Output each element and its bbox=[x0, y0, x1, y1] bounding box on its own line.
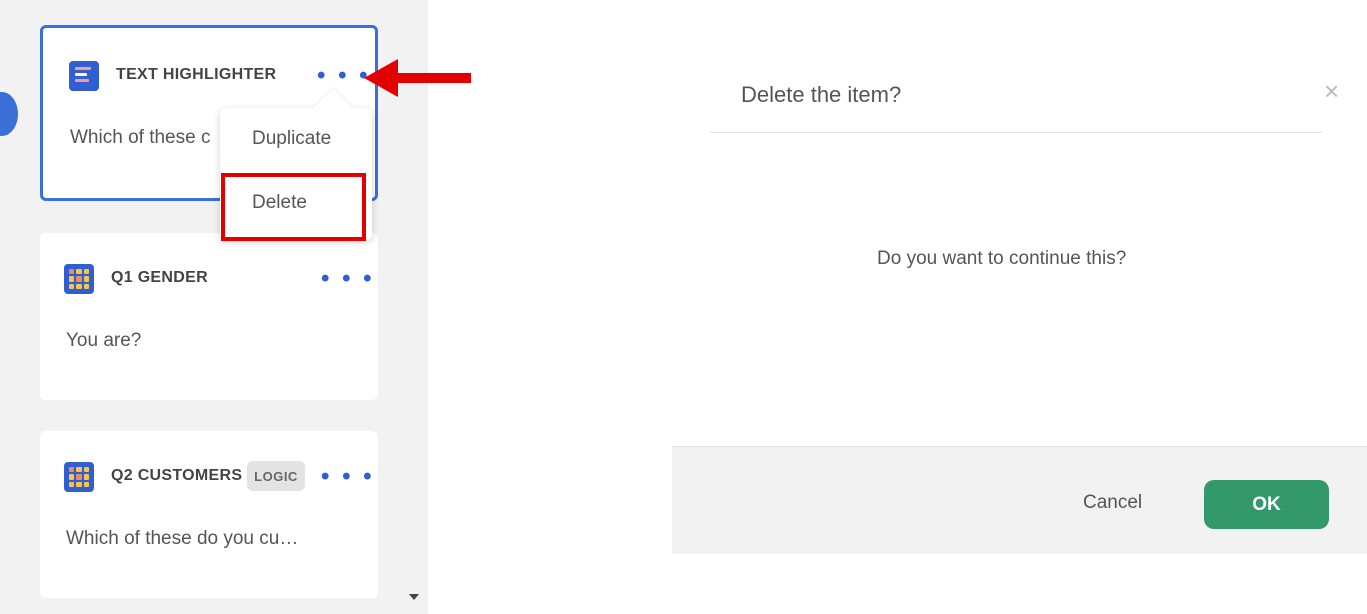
more-options-icon[interactable]: • • • bbox=[321, 465, 375, 489]
card-question: You are? bbox=[66, 330, 142, 351]
dialog-title: Delete the item? bbox=[741, 82, 902, 107]
card-title: Q1 GENDER bbox=[111, 269, 208, 286]
close-icon[interactable]: × bbox=[1324, 78, 1339, 104]
grid-question-icon bbox=[64, 264, 94, 294]
card-question: Which of these c bbox=[70, 127, 211, 148]
menu-item-duplicate[interactable]: Duplicate bbox=[252, 128, 331, 150]
question-card-q1-gender[interactable] bbox=[40, 233, 378, 400]
dialog-divider bbox=[710, 132, 1322, 133]
card-title: TEXT HIGHLIGHTER bbox=[116, 66, 277, 83]
more-options-icon[interactable]: • • • bbox=[321, 267, 375, 291]
card-question: Which of these do you cu… bbox=[66, 528, 299, 549]
grid-question-icon bbox=[64, 462, 94, 492]
annotation-highlight-box bbox=[221, 173, 366, 241]
ok-button[interactable]: OK bbox=[1204, 480, 1329, 529]
annotation-arrow bbox=[395, 73, 471, 83]
menu-caret bbox=[313, 88, 353, 108]
logic-badge: LOGIC bbox=[247, 461, 305, 491]
question-card-q2-customers[interactable] bbox=[40, 431, 378, 598]
annotation-arrow-head-icon bbox=[364, 59, 398, 97]
dialog-message: Do you want to continue this? bbox=[877, 248, 1127, 269]
text-highlighter-icon bbox=[69, 61, 99, 91]
more-options-icon[interactable]: • • • bbox=[317, 64, 371, 88]
card-title: Q2 CUSTOMERS bbox=[111, 467, 243, 484]
scrollbar[interactable] bbox=[403, 0, 428, 614]
cancel-button[interactable]: Cancel bbox=[1083, 492, 1142, 514]
scroll-down-arrow-icon[interactable] bbox=[409, 594, 419, 600]
